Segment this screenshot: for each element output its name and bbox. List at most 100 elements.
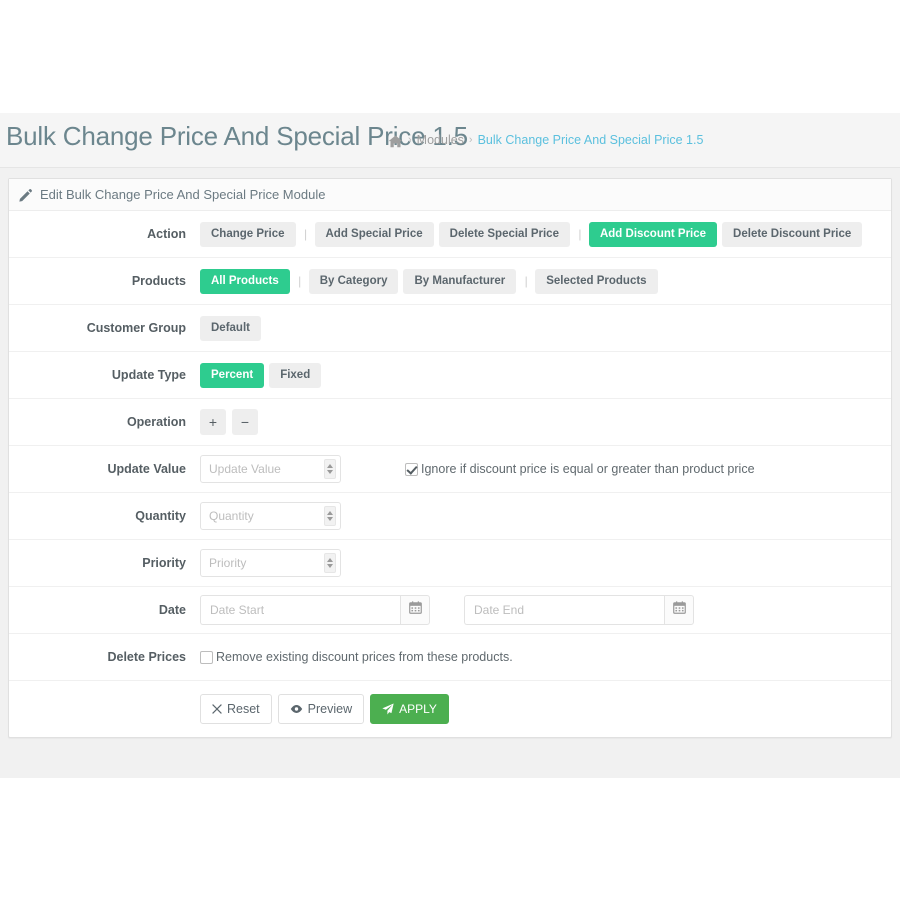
customer-group-option-default[interactable]: Default [200, 316, 261, 341]
form-row-operation: Operation + − [9, 399, 891, 446]
update-type-button-group: Percent Fixed [200, 363, 891, 388]
priority-spinner[interactable] [324, 553, 336, 573]
home-icon[interactable] [388, 135, 403, 148]
action-option-add-discount-price[interactable]: Add Discount Price [589, 222, 717, 247]
action-buttons-group: Reset Preview [200, 694, 891, 724]
label-quantity: Quantity [9, 509, 200, 523]
breadcrumb-separator-1: › [408, 134, 412, 146]
screenshot-root: Bulk Change Price And Special Price 1.5 … [0, 0, 900, 900]
date-end-input[interactable] [464, 595, 664, 625]
times-icon [212, 704, 222, 714]
priority-field-area [200, 549, 891, 577]
action-divider-1: | [301, 227, 311, 241]
products-option-by-manufacturer[interactable]: By Manufacturer [403, 269, 516, 294]
panel-body: Action Change Price | Add Special Price … [9, 211, 891, 737]
update-type-option-fixed[interactable]: Fixed [269, 363, 321, 388]
form-row-products: Products All Products | By Category By M… [9, 258, 891, 305]
remove-existing-checkline: Remove existing discount prices from the… [200, 650, 513, 664]
calendar-icon [409, 601, 422, 619]
calendar-icon [673, 601, 686, 619]
spinner-down-icon[interactable] [327, 564, 333, 568]
spinner-up-icon[interactable] [327, 511, 333, 515]
products-option-by-category[interactable]: By Category [309, 269, 399, 294]
ignore-discount-label: Ignore if discount price is equal or gre… [421, 462, 755, 476]
quantity-field-area [200, 502, 891, 530]
form-row-actions: Reset Preview [9, 681, 891, 737]
eye-icon [290, 704, 303, 714]
label-delete-prices: Delete Prices [9, 650, 200, 664]
preview-button[interactable]: Preview [278, 694, 364, 724]
panel-heading: Edit Bulk Change Price And Special Price… [9, 179, 891, 211]
quantity-input[interactable] [200, 502, 341, 530]
products-divider-1: | [295, 274, 305, 288]
label-update-type: Update Type [9, 368, 200, 382]
action-divider-2: | [575, 227, 585, 241]
quantity-spinner[interactable] [324, 506, 336, 526]
operation-option-minus[interactable]: − [232, 409, 258, 435]
spinner-up-icon[interactable] [327, 464, 333, 468]
ignore-discount-checkline: Ignore if discount price is equal or gre… [405, 462, 755, 476]
preview-button-label: Preview [308, 702, 352, 716]
label-action: Action [9, 227, 200, 241]
products-button-group: All Products | By Category By Manufactur… [200, 269, 891, 294]
action-option-delete-special-price[interactable]: Delete Special Price [439, 222, 570, 247]
apply-button-label: APPLY [399, 702, 437, 716]
date-start-calendar-button[interactable] [400, 595, 430, 625]
label-customer-group: Customer Group [9, 321, 200, 335]
label-priority: Priority [9, 556, 200, 570]
form-row-quantity: Quantity [9, 493, 891, 540]
date-field-area [200, 595, 891, 625]
spinner-up-icon[interactable] [327, 558, 333, 562]
form-row-delete-prices: Delete Prices Remove existing discount p… [9, 634, 891, 681]
form-row-update-value: Update Value Ignore if discount price is… [9, 446, 891, 493]
priority-input-wrap [200, 549, 341, 577]
update-value-field-area: Ignore if discount price is equal or gre… [200, 455, 891, 483]
action-button-group: Change Price | Add Special Price Delete … [200, 222, 891, 247]
action-option-change-price[interactable]: Change Price [200, 222, 296, 247]
remove-existing-label: Remove existing discount prices from the… [216, 650, 513, 664]
operation-button-group: + − [200, 409, 891, 435]
form-row-update-type: Update Type Percent Fixed [9, 352, 891, 399]
action-option-add-special-price[interactable]: Add Special Price [315, 222, 434, 247]
quantity-input-wrap [200, 502, 341, 530]
paper-plane-icon [382, 703, 394, 715]
products-option-selected-products[interactable]: Selected Products [535, 269, 657, 294]
date-end-group [464, 595, 694, 625]
breadcrumb-item-current[interactable]: Bulk Change Price And Special Price 1.5 [478, 133, 704, 147]
reset-button[interactable]: Reset [200, 694, 272, 724]
page-header: Bulk Change Price And Special Price 1.5 … [0, 113, 900, 168]
edit-module-panel: Edit Bulk Change Price And Special Price… [8, 178, 892, 738]
date-start-input[interactable] [200, 595, 400, 625]
update-value-input[interactable] [200, 455, 341, 483]
date-end-calendar-button[interactable] [664, 595, 694, 625]
update-type-option-percent[interactable]: Percent [200, 363, 264, 388]
update-value-input-wrap [200, 455, 341, 483]
breadcrumb-separator-2: › [469, 134, 473, 146]
priority-input[interactable] [200, 549, 341, 577]
ignore-discount-checkbox[interactable] [405, 463, 418, 476]
form-row-date: Date [9, 587, 891, 634]
update-value-spinner[interactable] [324, 459, 336, 479]
operation-option-plus[interactable]: + [200, 409, 226, 435]
label-update-value: Update Value [9, 462, 200, 476]
action-option-delete-discount-price[interactable]: Delete Discount Price [722, 222, 862, 247]
delete-prices-field-area: Remove existing discount prices from the… [200, 650, 891, 664]
panel-heading-text: Edit Bulk Change Price And Special Price… [40, 187, 325, 202]
label-date: Date [9, 603, 200, 617]
breadcrumb-item-modules[interactable]: Modules [417, 133, 464, 147]
pencil-icon [19, 189, 32, 202]
form-row-priority: Priority [9, 540, 891, 587]
breadcrumb: › Modules › Bulk Change Price And Specia… [388, 133, 703, 147]
date-start-group [200, 595, 430, 625]
remove-existing-checkbox[interactable] [200, 651, 213, 664]
label-products: Products [9, 274, 200, 288]
label-operation: Operation [9, 415, 200, 429]
apply-button[interactable]: APPLY [370, 694, 449, 724]
spinner-down-icon[interactable] [327, 470, 333, 474]
form-row-action: Action Change Price | Add Special Price … [9, 211, 891, 258]
spinner-down-icon[interactable] [327, 517, 333, 521]
products-option-all-products[interactable]: All Products [200, 269, 290, 294]
form-row-customer-group: Customer Group Default [9, 305, 891, 352]
customer-group-button-group: Default [200, 316, 891, 341]
reset-button-label: Reset [227, 702, 260, 716]
